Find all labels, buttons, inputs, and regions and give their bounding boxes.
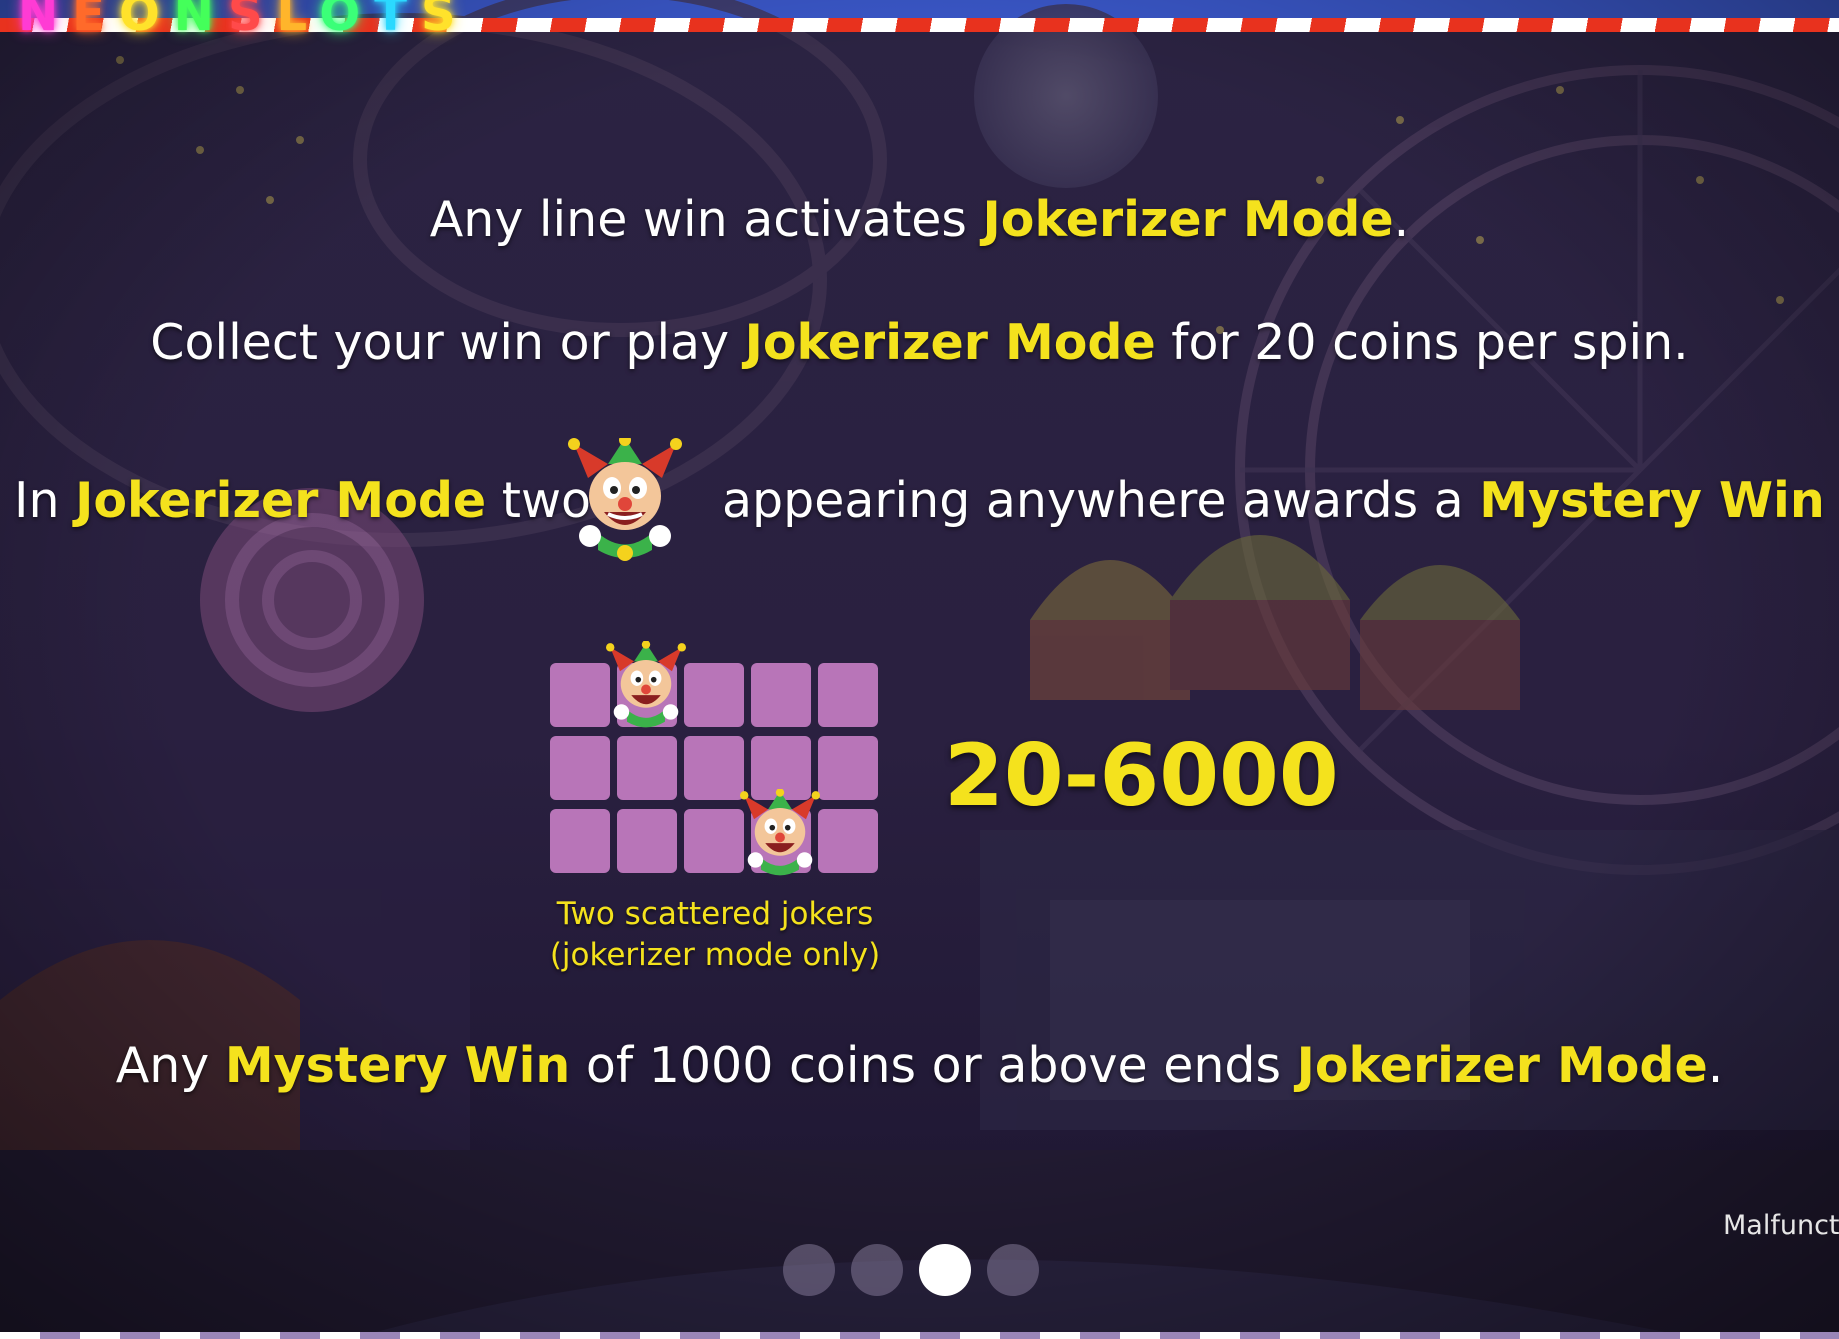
joker-icon (606, 640, 686, 733)
jokerizer-mode-highlight: Jokerizer Mode (982, 191, 1394, 248)
joker-icon (568, 438, 682, 561)
reel-cell (818, 663, 878, 727)
payout-range: 20-6000 (944, 726, 1339, 826)
reel-cell (751, 663, 811, 727)
logo-letter: O (118, 0, 174, 42)
reel-cell (550, 663, 610, 727)
reel-cell (550, 809, 610, 873)
rule-text: Collect your win or play (150, 314, 745, 371)
jokerizer-mode-highlight: Jokerizer Mode (75, 472, 487, 529)
reel-cell (550, 736, 610, 800)
logo-letter: N (173, 0, 228, 42)
page-dot-1[interactable] (783, 1244, 835, 1296)
logo-letter: E (72, 0, 119, 42)
logo-letter: S (227, 0, 277, 42)
rule-text: . (1707, 1037, 1724, 1094)
mystery-win-highlight: Mystery Win (224, 1037, 571, 1094)
jokerizer-mode-highlight: Jokerizer Mode (744, 314, 1156, 371)
rule-text: of 1000 coins or above ends (570, 1037, 1297, 1094)
reel-cell (617, 736, 677, 800)
logo-letter: O (319, 0, 375, 42)
logo-letter: S (420, 0, 470, 42)
page-indicator (783, 1244, 1043, 1296)
rule-text: appearing anywhere awards a (722, 472, 1480, 529)
reel-cell (684, 736, 744, 800)
rule-line-activate: Any line win activates Jokerizer Mode. (0, 191, 1839, 248)
page-dot-3[interactable] (919, 1244, 971, 1296)
rule-text: for 20 coins per spin. (1155, 314, 1689, 371)
reel-cell (818, 736, 878, 800)
neonslots-logo: NEONSLOTS (18, 0, 470, 42)
scatter-caption: Two scattered jokers (jokerizer mode onl… (500, 894, 930, 976)
scatter-grid-illustration (550, 640, 884, 876)
page-dot-4[interactable] (987, 1244, 1039, 1296)
reel-cell (818, 809, 878, 873)
bottom-border-stripe (0, 1332, 1839, 1339)
rule-line-mystery-cont: appearing anywhere awards a Mystery Win (722, 472, 1825, 529)
rule-line-mystery: In Jokerizer Mode two (14, 472, 591, 529)
reel-cell (684, 809, 744, 873)
rule-text: In (14, 472, 76, 529)
rule-text: . (1393, 191, 1410, 248)
rule-text: Any (115, 1037, 225, 1094)
rule-line-collect: Collect your win or play Jokerizer Mode … (0, 314, 1839, 371)
malfunction-notice: Malfunct (1723, 1210, 1839, 1241)
caption-line-1: Two scattered jokers (556, 896, 874, 932)
logo-letter: N (18, 0, 73, 42)
logo-letter: L (276, 0, 320, 42)
page-dot-2[interactable] (851, 1244, 903, 1296)
reel-cell (617, 809, 677, 873)
joker-icon (740, 788, 820, 881)
jokerizer-mode-highlight: Jokerizer Mode (1296, 1037, 1708, 1094)
reel-cell (684, 663, 744, 727)
rule-text: Any line win activates (429, 191, 983, 248)
mystery-win-highlight: Mystery Win (1479, 472, 1825, 529)
caption-line-2: (jokerizer mode only) (549, 937, 881, 973)
rule-line-ends: Any Mystery Win of 1000 coins or above e… (0, 1037, 1839, 1094)
logo-letter: T (374, 0, 421, 42)
